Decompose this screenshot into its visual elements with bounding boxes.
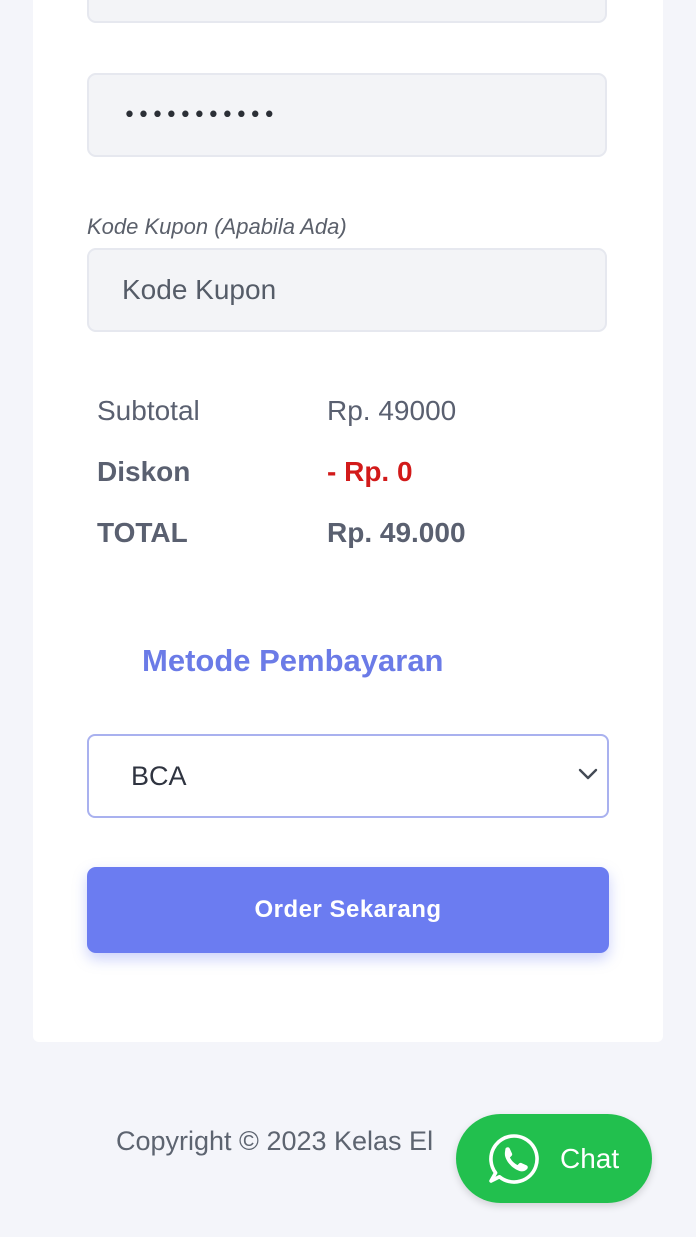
password-mask: ••••••••••• xyxy=(123,102,277,128)
subtotal-value: Rp. 49000 xyxy=(327,395,457,426)
order-now-button[interactable]: Order Sekarang xyxy=(87,867,609,953)
coupon-label: Kode Kupon (Apabila Ada) xyxy=(87,214,347,239)
discount-label: Diskon xyxy=(97,456,191,487)
payment-method-selected: BCA xyxy=(131,760,187,791)
coupon-input[interactable] xyxy=(89,250,605,330)
whatsapp-chat-button[interactable]: Chat xyxy=(456,1114,652,1203)
chat-label: Chat xyxy=(560,1142,620,1174)
total-value: Rp. 49.000 xyxy=(327,517,466,548)
previous-field[interactable] xyxy=(87,0,607,23)
subtotal-label: Subtotal xyxy=(97,395,200,426)
discount-value: - Rp. 0 xyxy=(327,456,413,487)
total-label: TOTAL xyxy=(97,517,188,548)
chevron-down-icon xyxy=(578,768,598,780)
copyright-text: Copyright © 2023 Kelas El xyxy=(116,1126,434,1156)
payment-method-title: Metode Pembayaran xyxy=(142,643,444,678)
payment-method-select[interactable]: BCA xyxy=(87,734,609,818)
coupon-field-wrapper xyxy=(87,248,607,332)
password-field[interactable]: ••••••••••• xyxy=(87,73,607,157)
whatsapp-icon xyxy=(489,1133,539,1184)
